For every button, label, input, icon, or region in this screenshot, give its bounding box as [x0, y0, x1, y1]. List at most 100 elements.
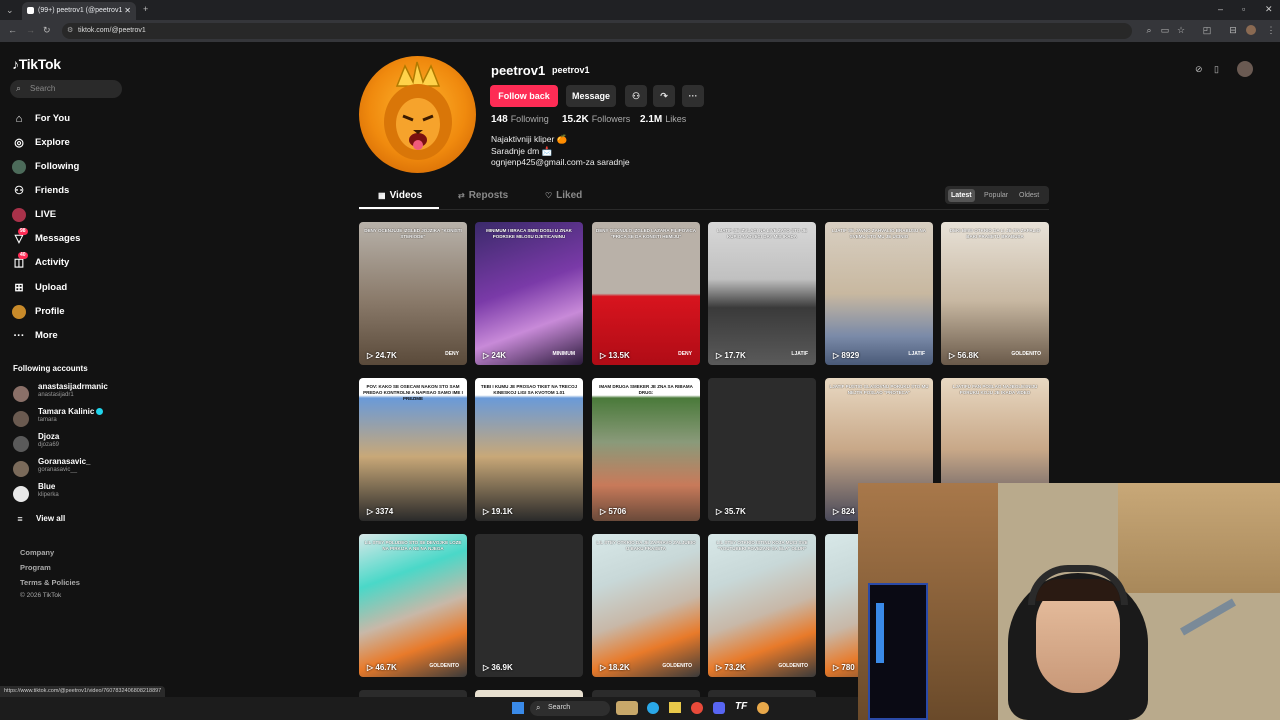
widgets-icon[interactable]	[616, 701, 638, 715]
nav-more[interactable]: ··· More	[12, 328, 132, 344]
view-count: ▷ 3374	[367, 507, 394, 516]
search-input[interactable]: ⌕ Search	[10, 80, 122, 98]
discord-icon[interactable]	[713, 702, 725, 714]
sort-popular[interactable]: Popular	[981, 189, 1011, 202]
video-watermark: DENY	[678, 351, 692, 357]
followers-stat[interactable]: 15.2K Followers	[562, 114, 630, 125]
nav-activity[interactable]: ◫ 40 Activity	[12, 252, 132, 271]
nav-friends[interactable]: ⚇ Friends	[12, 183, 132, 199]
follow-back-button[interactable]: Follow back	[490, 85, 558, 107]
message-button[interactable]: Message	[566, 85, 616, 107]
user-avatar[interactable]	[1237, 61, 1253, 77]
video-tile[interactable]: POV: KAKO SE OSECAM NAKON STO SAM PREDAO…	[359, 378, 467, 521]
following-account[interactable]: Tamara Kalinic tamara	[13, 407, 133, 429]
tab-list-icon[interactable]: ⌄	[6, 5, 14, 16]
video-tile[interactable]: TEBI I KUMU JE PROSAO TIKET NA TRECOJ KI…	[475, 378, 583, 521]
video-caption: LIL STEY POLUDEO STO SE DEVOJKE LOZE NA …	[364, 540, 462, 551]
chrome-icon[interactable]	[691, 702, 703, 714]
video-tile[interactable]: LIL STEY OTKRIO ISTINU KOJA MUCI SVE "YO…	[708, 534, 816, 677]
video-tile[interactable]	[708, 690, 816, 697]
video-tile[interactable]: LIL STEY POLUDEO STO SE DEVOJKE LOZE NA …	[359, 534, 467, 677]
app-icon[interactable]: TF	[735, 701, 747, 712]
view-count: ▷ 73.2K	[716, 663, 746, 672]
view-all-link[interactable]: ≡ View all	[13, 511, 133, 527]
nav-live[interactable]: LIVE	[12, 207, 132, 223]
profile-username: peetrov1	[491, 63, 546, 78]
edge-icon[interactable]	[647, 702, 659, 714]
view-count: ▷ 5706	[600, 507, 627, 516]
video-tile[interactable]	[475, 690, 583, 697]
windows-start-icon[interactable]	[512, 702, 524, 714]
suggested-accounts-button[interactable]: ⚇	[625, 85, 647, 107]
nav-explore[interactable]: ◎ Explore	[12, 135, 132, 151]
sort-oldest[interactable]: Oldest	[1016, 189, 1042, 202]
profile-avatar-image	[359, 56, 476, 173]
following-account[interactable]: Goranasavic_ goranasavic__	[13, 457, 133, 479]
close-tab-icon[interactable]: ✕	[124, 6, 131, 15]
tab-liked[interactable]: ♡ Liked	[545, 190, 582, 201]
chrome-active-icon[interactable]	[757, 702, 769, 714]
sidebar: ♪TikTok ⌕ Search ⌂ For You ◎ Explore Follo…	[0, 44, 140, 684]
video-tile[interactable]: MINIMUM I BRACA SMRI DOSLI U ZNAK PODRSK…	[475, 222, 583, 365]
following-accounts-heading: Following accounts	[13, 364, 88, 373]
forward-icon[interactable]: →	[26, 25, 35, 35]
tiktok-logo[interactable]: ♪TikTok	[12, 56, 61, 72]
video-tile[interactable]: LJATIF SE IZVLACI NA LIVE ZATO STO JE KU…	[708, 222, 816, 365]
phone-icon[interactable]: ▯	[1214, 64, 1219, 75]
following-stat[interactable]: 148 Following	[491, 114, 549, 125]
nav-following[interactable]: Following	[12, 159, 132, 175]
nav-messages[interactable]: ▽ 98 Messages	[12, 228, 132, 247]
nav-profile[interactable]: Profile	[12, 304, 132, 320]
video-tile[interactable]: IMAM DRUGA SMEKER JE ZNA SA RIBAMA DRUG:…	[592, 378, 700, 521]
close-window-icon[interactable]: ✕	[1265, 4, 1273, 15]
extensions-icon[interactable]: ◰	[1202, 25, 1212, 35]
profile-avatar-icon[interactable]	[1246, 25, 1256, 35]
following-account[interactable]: Blue kliperka	[13, 482, 133, 504]
video-tile[interactable]: LIL STEY OTKRIO DA JE ZAPRAVO ZALJUBIO U…	[592, 534, 700, 677]
following-account[interactable]: Djoza djoza69	[13, 432, 133, 454]
view-count: ▷ 780	[833, 663, 855, 672]
video-tile[interactable]: LJATIF SE JAVNO ZAHVALIO BRABUSU NA SVEM…	[825, 222, 933, 365]
file-explorer-icon[interactable]	[669, 702, 681, 713]
sort-toggle: Latest Popular Oldest	[945, 186, 1049, 204]
new-tab-icon[interactable]: +	[143, 4, 148, 14]
coins-icon[interactable]: ⊘	[1195, 64, 1203, 75]
account-name: Tamara Kalinic	[38, 407, 104, 416]
tab-videos[interactable]: ▦ Videos	[378, 190, 422, 201]
menu-icon[interactable]: ⋮	[1266, 25, 1276, 35]
video-tile[interactable]: DENY OCENJUJE IZGLED JOJZIKA "KONISTI ST…	[359, 222, 467, 365]
share-button[interactable]: ↷	[653, 85, 675, 107]
url-text: tiktok.com/@peetrov1	[78, 27, 146, 34]
account-handle: djoza69	[38, 442, 60, 448]
browser-tab[interactable]: (99+) peetrov1 (@peetrov1 ✕	[22, 2, 136, 20]
following-account[interactable]: anastasijadrmanic anastasijadr1	[13, 382, 133, 404]
nav-for-you[interactable]: ⌂ For You	[12, 111, 132, 127]
cast-icon[interactable]: ▭	[1160, 25, 1170, 35]
video-tile[interactable]: ▷ 35.7K	[708, 378, 816, 521]
minimize-icon[interactable]: –	[1218, 4, 1223, 14]
video-tile[interactable]: DEKI BMW OTKRIO DA LI JE ON ZAPALIO BAKI…	[941, 222, 1049, 365]
back-icon[interactable]: ←	[8, 25, 17, 35]
zoom-icon[interactable]: ⌕	[1144, 25, 1154, 35]
sort-latest[interactable]: Latest	[948, 189, 975, 202]
footer-terms[interactable]: Terms & Policies	[20, 578, 80, 587]
maximize-icon[interactable]: ▫	[1242, 4, 1245, 14]
video-tile[interactable]	[359, 690, 467, 697]
footer-company[interactable]: Company	[20, 548, 54, 557]
taskbar-search[interactable]: ⌕ Search	[530, 701, 610, 716]
url-field[interactable]: ⚙ tiktok.com/@peetrov1	[62, 23, 1132, 39]
tab-reposts[interactable]: ⇄ Reposts	[458, 190, 508, 201]
view-count: ▷ 36.9K	[483, 663, 513, 672]
bookmark-star-icon[interactable]: ☆	[1176, 25, 1186, 35]
site-info-icon[interactable]: ⚙	[67, 26, 73, 34]
view-count: ▷ 824	[833, 507, 855, 516]
footer-program[interactable]: Program	[20, 563, 51, 572]
video-tile[interactable]	[592, 690, 700, 697]
sidebar-toggle-icon[interactable]: ⊟	[1228, 25, 1238, 35]
share-icon: ↷	[660, 91, 668, 101]
reload-icon[interactable]: ↻	[43, 25, 51, 36]
more-options-button[interactable]: ···	[682, 85, 704, 107]
video-tile[interactable]: DENY OSKNULO IZGLED LAZARA FILIPOVICA "P…	[592, 222, 700, 365]
video-tile[interactable]: ▷ 36.9K	[475, 534, 583, 677]
nav-upload[interactable]: ⊞ Upload	[12, 280, 132, 296]
